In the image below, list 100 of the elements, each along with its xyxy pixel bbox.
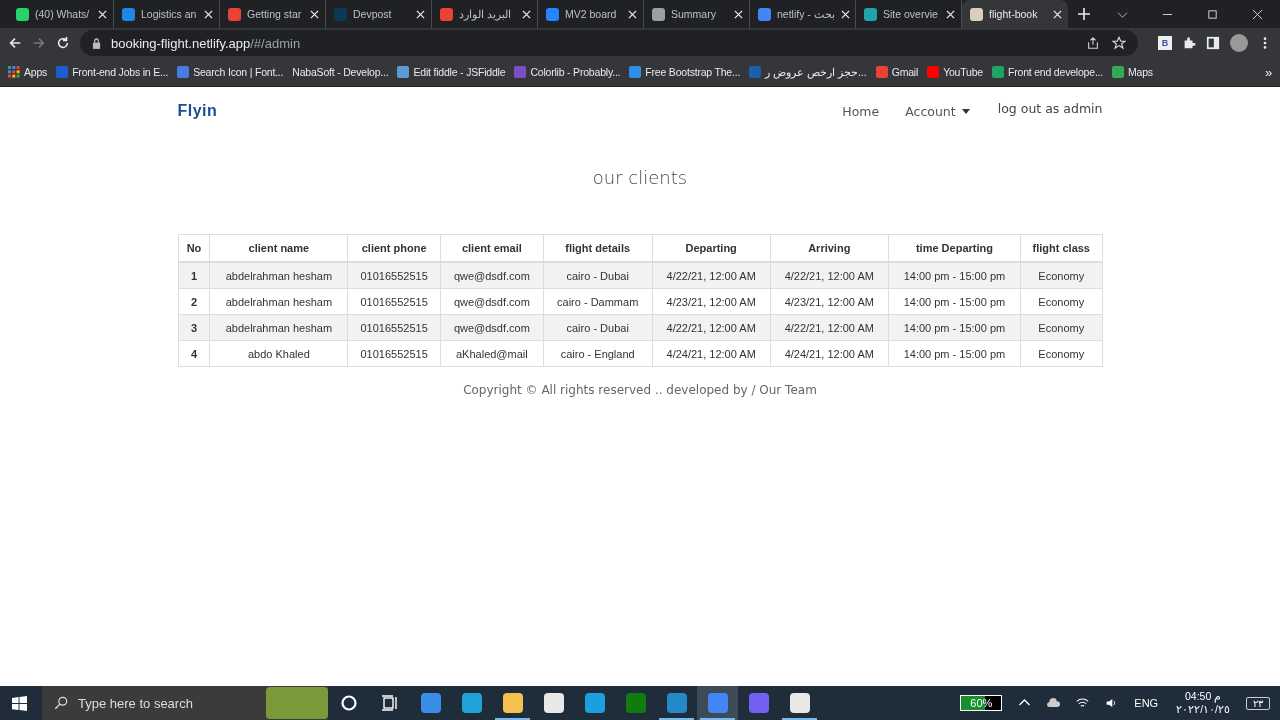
task-view-icon	[379, 693, 400, 713]
table-cell: 2	[178, 288, 210, 315]
side-panel-icon[interactable]	[1206, 36, 1220, 50]
table-cell: Economy	[1020, 288, 1102, 315]
share-icon[interactable]	[1086, 36, 1100, 50]
table-cell: 4/24/21, 12:00 AM	[652, 340, 771, 367]
taskbar-search-field[interactable]: Type here to search	[42, 686, 328, 720]
close-icon[interactable]	[98, 9, 107, 19]
table-cell: 14:00 pm - 15:00 pm	[888, 288, 1021, 315]
circle-icon	[338, 693, 359, 713]
app-icon	[789, 693, 810, 713]
nav-link[interactable]: log out as admin	[997, 100, 1103, 116]
close-icon[interactable]	[1053, 9, 1062, 19]
star-icon[interactable]	[1112, 36, 1126, 50]
app-icon	[625, 693, 646, 713]
table-cell: 4/23/21, 12:00 AM	[770, 288, 889, 315]
wifi-icon[interactable]	[1076, 697, 1090, 709]
table-cell: 4/22/21, 12:00 AM	[652, 262, 771, 289]
table-cell: 1	[178, 262, 210, 289]
bookmark[interactable]: Front-end Jobs in E...	[56, 66, 169, 78]
table-cell: cairo - England	[543, 340, 653, 367]
cloud-icon[interactable]	[1047, 697, 1061, 709]
caret-icon	[961, 108, 970, 114]
table-cell: Economy	[1020, 340, 1102, 367]
bookmark[interactable]: Front end develope...	[992, 66, 1104, 78]
bookmark[interactable]: Edit fiddle - JSFiddle	[397, 66, 506, 78]
table-cell: 01016552515	[347, 288, 441, 315]
table-cell: 4/24/21, 12:00 AM	[770, 340, 889, 367]
close-icon[interactable]	[1252, 8, 1263, 20]
extension-icon[interactable]: B	[1158, 36, 1172, 50]
table-cell: 3	[178, 314, 210, 341]
page-title: our clients	[591, 167, 689, 188]
table-cell: cairo - Dubai	[543, 262, 653, 289]
table-cell: 4/22/21, 12:00 AM	[770, 314, 889, 341]
windows-logo-icon[interactable]	[12, 695, 27, 711]
bookmark[interactable]: Apps	[8, 66, 48, 78]
bookmark[interactable]: حجز ارخص عروض ر...	[749, 66, 867, 78]
close-icon[interactable]	[628, 9, 637, 19]
address-bar[interactable]: booking-flight.netlify.app/#/admin	[80, 30, 1138, 56]
avatar-icon[interactable]	[1230, 34, 1248, 52]
table-cell: cairo - Dubai	[543, 314, 653, 341]
bookmark[interactable]: Colorlib - Probably...	[514, 66, 621, 78]
nav-link[interactable]: Home	[842, 103, 880, 119]
table-cell: 4/22/21, 12:00 AM	[652, 314, 771, 341]
table-cell: aKhaled@mail	[440, 340, 544, 367]
table-cell: abdo Khaled	[209, 340, 348, 367]
forward-arrow-icon[interactable]	[32, 36, 46, 50]
table-cell: cairo - Dammam	[543, 288, 653, 315]
table-cell: Economy	[1020, 262, 1102, 289]
reload-icon[interactable]	[56, 36, 70, 50]
close-icon[interactable]	[416, 9, 425, 19]
table-cell: 01016552515	[347, 340, 441, 367]
table-cell: abdelrahman hesham	[209, 262, 348, 289]
table-cell: 01016552515	[347, 314, 441, 341]
close-icon[interactable]	[204, 9, 213, 19]
table-cell: 14:00 pm - 15:00 pm	[888, 262, 1021, 289]
close-icon[interactable]	[840, 9, 850, 19]
bookmark[interactable]: Search Icon | Font...	[177, 66, 284, 78]
table-cell: Economy	[1020, 314, 1102, 341]
grid-icon	[8, 66, 20, 78]
app-icon	[707, 693, 728, 713]
close-icon[interactable]	[522, 9, 531, 19]
clock[interactable]: 04:50 م ٢٠٢٢/١٠/٢٥	[1176, 690, 1230, 716]
app-icon	[666, 693, 687, 713]
table-cell: qwe@dsdf.com	[440, 288, 544, 315]
app-icon	[502, 693, 523, 713]
bookmark[interactable]: NabaSoft - Develop...	[292, 66, 389, 78]
footer-text: Copyright © All rights reserved .. developed by / Our Team	[462, 383, 818, 397]
bookmark[interactable]: Maps	[1112, 66, 1153, 78]
table-cell: abdelrahman hesham	[209, 314, 348, 341]
notification-button[interactable]: ٢٣	[1246, 696, 1270, 710]
close-icon[interactable]	[310, 9, 319, 19]
table-cell: qwe@dsdf.com	[440, 262, 544, 289]
table-cell: 4/22/21, 12:00 AM	[770, 262, 889, 289]
back-arrow-icon[interactable]	[8, 36, 22, 50]
plus-icon[interactable]	[1078, 8, 1090, 20]
puzzle-icon[interactable]	[1182, 36, 1196, 50]
table-cell: 14:00 pm - 15:00 pm	[888, 314, 1021, 341]
app-icon	[461, 693, 482, 713]
nav-dropdown[interactable]: Account	[905, 103, 970, 119]
table-cell: abdelrahman hesham	[209, 288, 348, 315]
browser-tab[interactable]: flight-book	[962, 0, 1068, 28]
more-bookmarks-button[interactable]: »	[1264, 64, 1272, 80]
app-icon	[584, 693, 605, 713]
bookmark[interactable]: Gmail	[875, 66, 919, 78]
table-cell: 01016552515	[347, 262, 441, 289]
bookmark[interactable]: YouTube	[927, 66, 983, 78]
search-highlight-picture	[266, 687, 328, 719]
table-cell: 14:00 pm - 15:00 pm	[888, 340, 1021, 367]
app-icon	[748, 693, 769, 713]
maximize-icon[interactable]	[1207, 8, 1218, 20]
close-icon[interactable]	[946, 9, 955, 19]
table-cell: 4	[178, 340, 210, 367]
logo[interactable]: Flyin	[177, 102, 218, 120]
table-cell: qwe@dsdf.com	[440, 314, 544, 341]
lock-icon	[92, 37, 101, 49]
close-icon[interactable]	[734, 9, 743, 19]
app-icon	[543, 693, 564, 713]
language-indicator[interactable]: ENG	[1134, 697, 1159, 709]
bookmark[interactable]: Free Bootstrap The...	[629, 66, 741, 78]
